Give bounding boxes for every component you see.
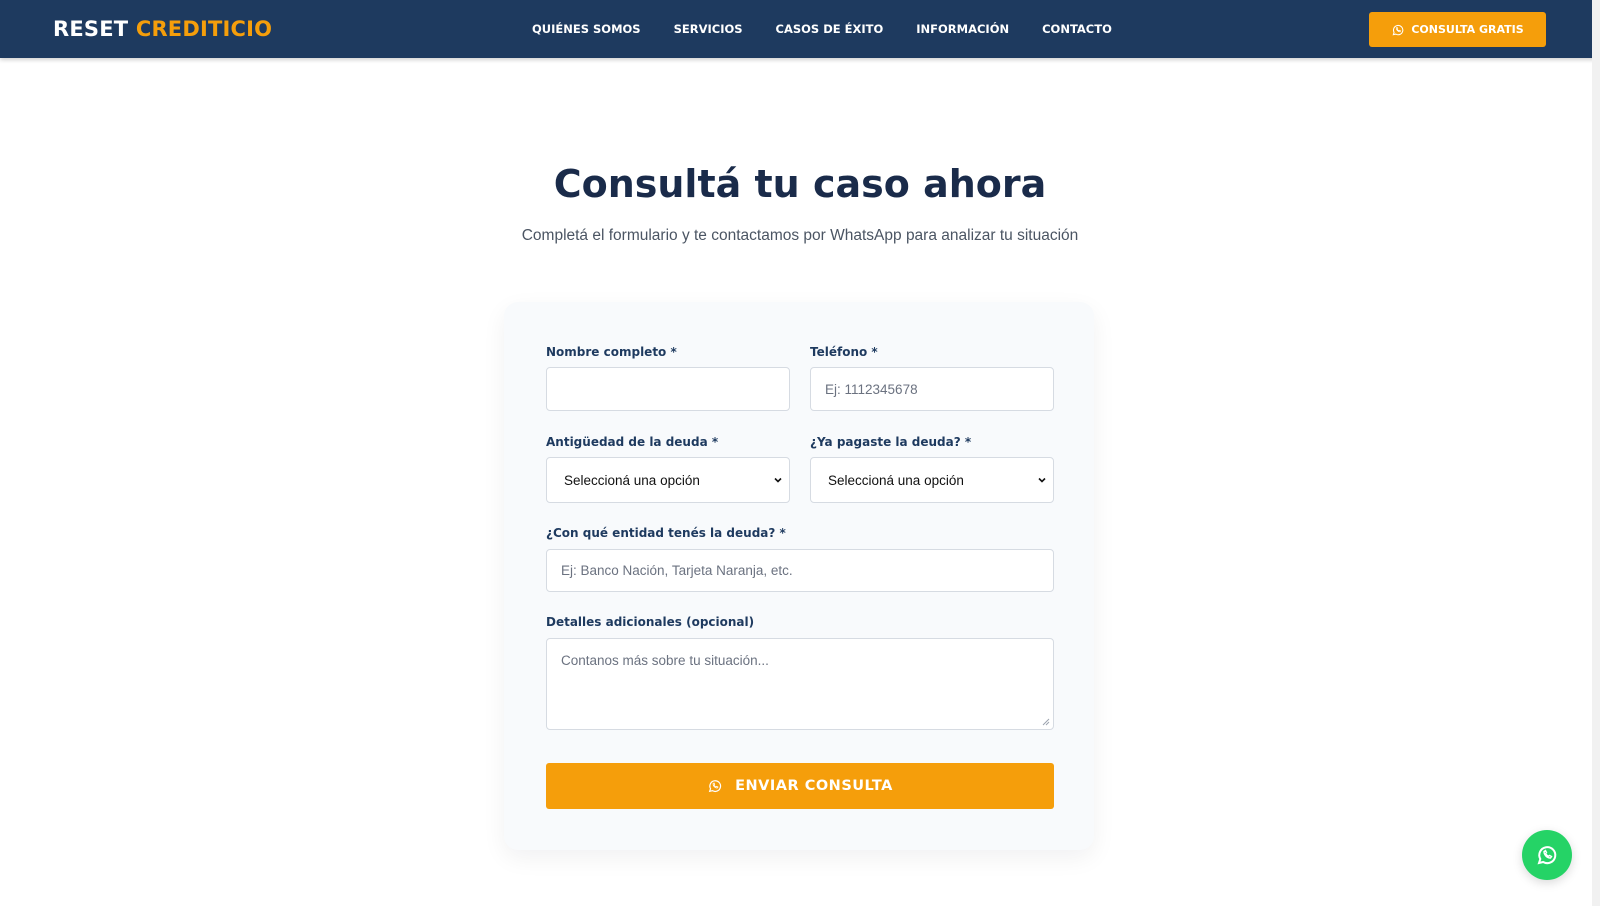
whatsapp-icon [1392,24,1404,35]
entity-label: ¿Con qué entidad tenés la deuda? * [546,526,786,540]
resize-handle-icon[interactable] [1042,718,1050,726]
name-label: Nombre completo * [546,345,677,359]
logo-text-accent: CREDITICIO [135,17,273,41]
chevron-down-icon [1038,477,1046,483]
paid-select[interactable]: Seleccioná una opción [810,457,1054,503]
chevron-down-icon [774,477,782,483]
scrollbar[interactable] [1592,0,1600,906]
consulta-gratis-button[interactable]: CONSULTA GRATIS [1369,12,1546,47]
consulta-gratis-label: CONSULTA GRATIS [1411,23,1524,36]
debt-age-select[interactable]: Seleccioná una opción [546,457,790,503]
details-textarea[interactable]: Contanos más sobre tu situación... [546,638,1054,730]
nav-link-contacto[interactable]: CONTACTO [1042,22,1112,36]
navbar: RESET CREDITICIO QUIÉNES SOMOS SERVICIOS… [0,0,1600,58]
nav-link-informacion[interactable]: INFORMACIÓN [916,22,1009,36]
nav-links: QUIÉNES SOMOS SERVICIOS CASOS DE ÉXITO I… [532,22,1145,36]
debt-age-selected: Seleccioná una opción [564,472,700,488]
page-subtitle: Completá el formulario y te contactamos … [521,227,1079,244]
phone-input[interactable]: Ej: 1112345678 [810,367,1054,411]
phone-placeholder: Ej: 1112345678 [825,381,918,397]
whatsapp-icon [1537,846,1557,865]
name-input[interactable] [546,367,790,411]
phone-label: Teléfono * [810,345,878,359]
entity-placeholder: Ej: Banco Nación, Tarjeta Naranja, etc. [561,563,793,578]
submit-label: ENVIAR CONSULTA [735,778,893,794]
submit-button[interactable]: ENVIAR CONSULTA [546,763,1054,809]
whatsapp-float-button[interactable] [1522,830,1572,880]
entity-input[interactable]: Ej: Banco Nación, Tarjeta Naranja, etc. [546,549,1054,592]
nav-link-casos-de-exito[interactable]: CASOS DE ÉXITO [776,22,884,36]
paid-label: ¿Ya pagaste la deuda? * [810,435,972,449]
details-label: Detalles adicionales (opcional) [546,615,755,629]
paid-selected: Seleccioná una opción [828,472,964,488]
debt-age-label: Antigüedad de la deuda * [546,435,719,449]
logo[interactable]: RESET CREDITICIO [53,17,272,41]
nav-link-servicios[interactable]: SERVICIOS [674,22,743,36]
logo-text-primary: RESET [53,17,136,41]
page-title: Consultá tu caso ahora [553,162,1047,206]
nav-link-quienes-somos[interactable]: QUIÉNES SOMOS [532,22,641,36]
whatsapp-icon [708,780,722,793]
details-placeholder: Contanos más sobre tu situación... [561,653,769,668]
